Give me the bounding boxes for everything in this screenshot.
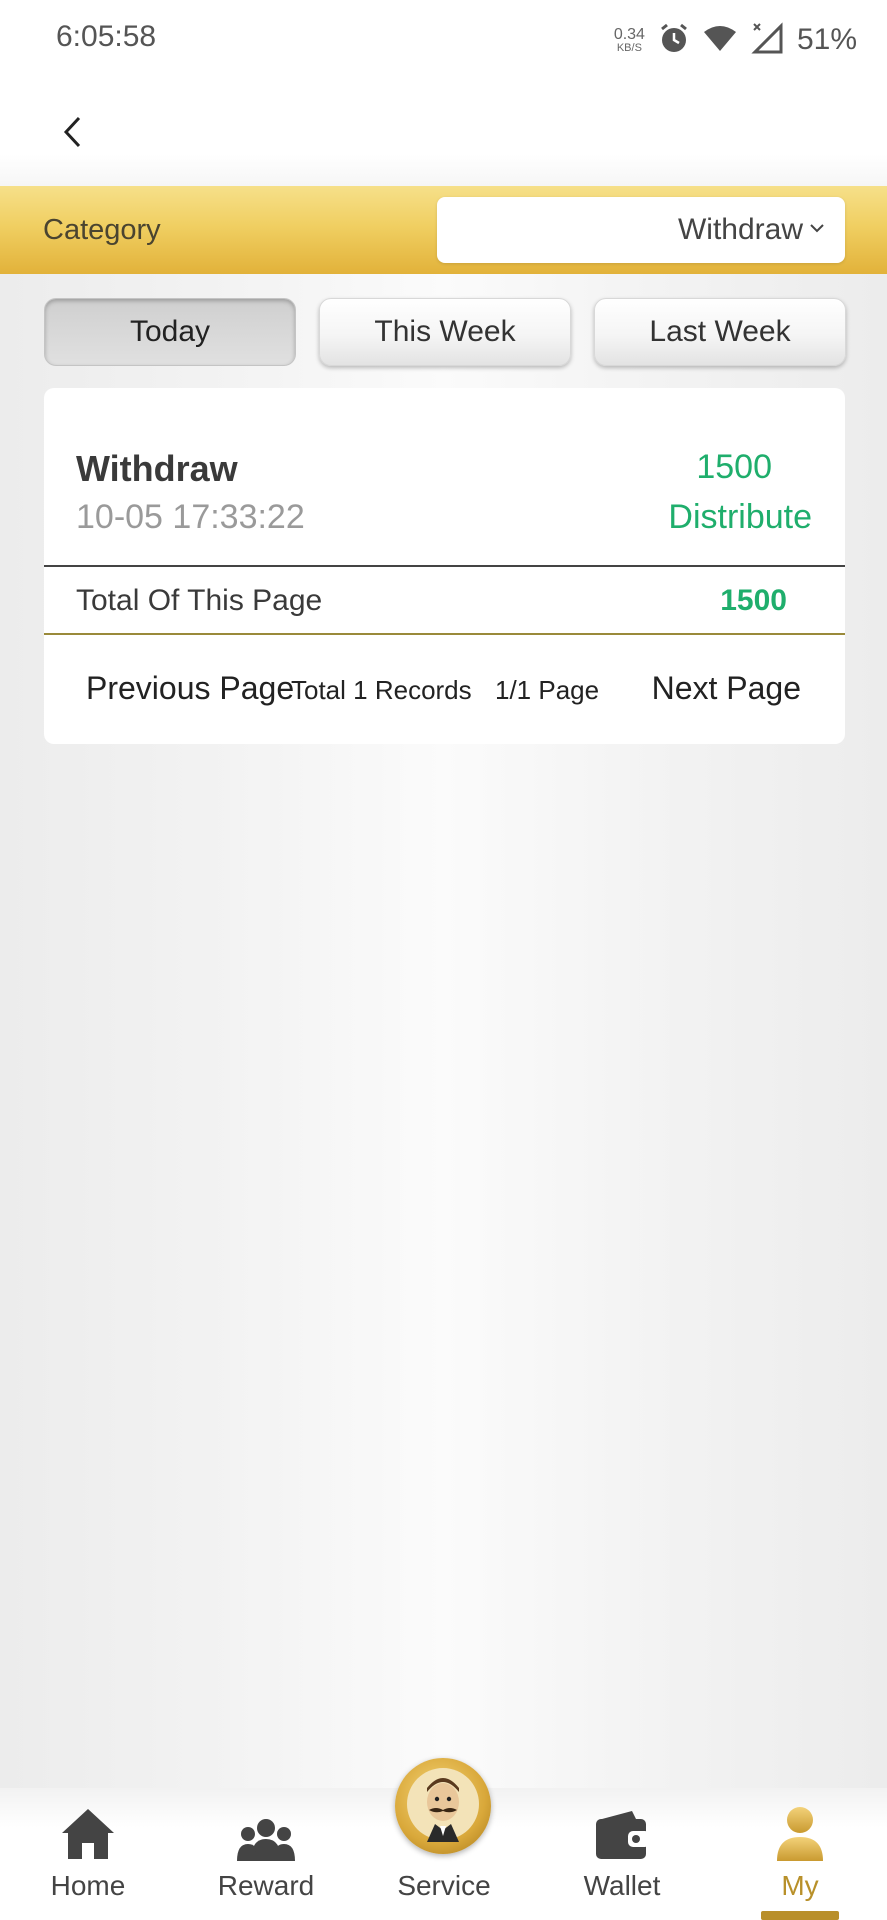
status-time: 6:05:58	[56, 20, 157, 53]
net-speed: 0.34 KB/S	[613, 25, 645, 54]
total-records: Total 1 Records	[291, 675, 472, 705]
nav-service-label: Service	[397, 1870, 491, 1901]
nav-home[interactable]: Home	[18, 1800, 158, 1910]
nav-wallet[interactable]: Wallet	[552, 1800, 692, 1910]
period-tabs: Today This Week Last Week	[44, 298, 846, 366]
record-amount: 1500	[696, 448, 772, 486]
category-bar: Category Withdraw	[0, 186, 887, 274]
net-speed-value: 0.34	[613, 25, 645, 43]
group-icon	[237, 1817, 295, 1866]
page-total-value: 1500	[720, 584, 787, 617]
record-title: Withdraw	[76, 448, 238, 489]
status-icons: 0.34 KB/S 51%	[614, 18, 857, 62]
service-avatar-button[interactable]	[395, 1758, 491, 1854]
nav-reward-label: Reward	[217, 1870, 315, 1901]
category-dropdown[interactable]: Withdraw	[437, 197, 845, 263]
divider	[44, 565, 845, 567]
battery-level: 51%	[796, 23, 857, 56]
previous-page-button[interactable]: Previous Page	[86, 670, 294, 707]
home-icon	[60, 1807, 116, 1866]
nav-reward[interactable]: Reward	[196, 1800, 336, 1910]
status-bar: 6:05:58 0.34 KB/S 51%	[0, 0, 887, 80]
nav-my[interactable]: My	[730, 1800, 870, 1910]
page-indicator: 1/1 Page	[495, 675, 600, 705]
wifi-icon	[703, 24, 737, 57]
wallet-icon	[594, 1809, 650, 1866]
chevron-left-icon	[61, 115, 83, 154]
active-tab-indicator	[761, 1911, 839, 1920]
tab-this-week[interactable]: This Week	[319, 298, 571, 366]
record-status: Distribute	[668, 498, 812, 536]
nav-wallet-label: Wallet	[583, 1870, 661, 1901]
records-card: Withdraw 10-05 17:33:22 1500 Distribute …	[44, 388, 845, 744]
net-speed-unit: KB/S	[616, 41, 642, 54]
back-button[interactable]	[52, 112, 92, 156]
signal-icon	[751, 21, 783, 59]
nav-home-label: Home	[50, 1870, 126, 1901]
tab-today[interactable]: Today	[44, 298, 296, 366]
page-total-label: Total Of This Page	[76, 584, 323, 617]
service-avatar-icon	[405, 1766, 481, 1847]
alarm-icon	[659, 22, 689, 59]
tab-last-week[interactable]: Last Week	[594, 298, 846, 366]
user-icon	[775, 1805, 825, 1866]
next-page-button[interactable]: Next Page	[652, 670, 801, 707]
chevron-down-icon	[809, 221, 825, 239]
record-time: 10-05 17:33:22	[76, 498, 305, 536]
category-selected-value: Withdraw	[677, 213, 803, 246]
pagination: Previous Page Total 1 Records 1/1 Page N…	[44, 648, 845, 728]
divider	[44, 633, 845, 635]
page-header	[0, 80, 887, 186]
nav-my-label: My	[781, 1870, 819, 1901]
category-label: Category	[43, 214, 161, 246]
